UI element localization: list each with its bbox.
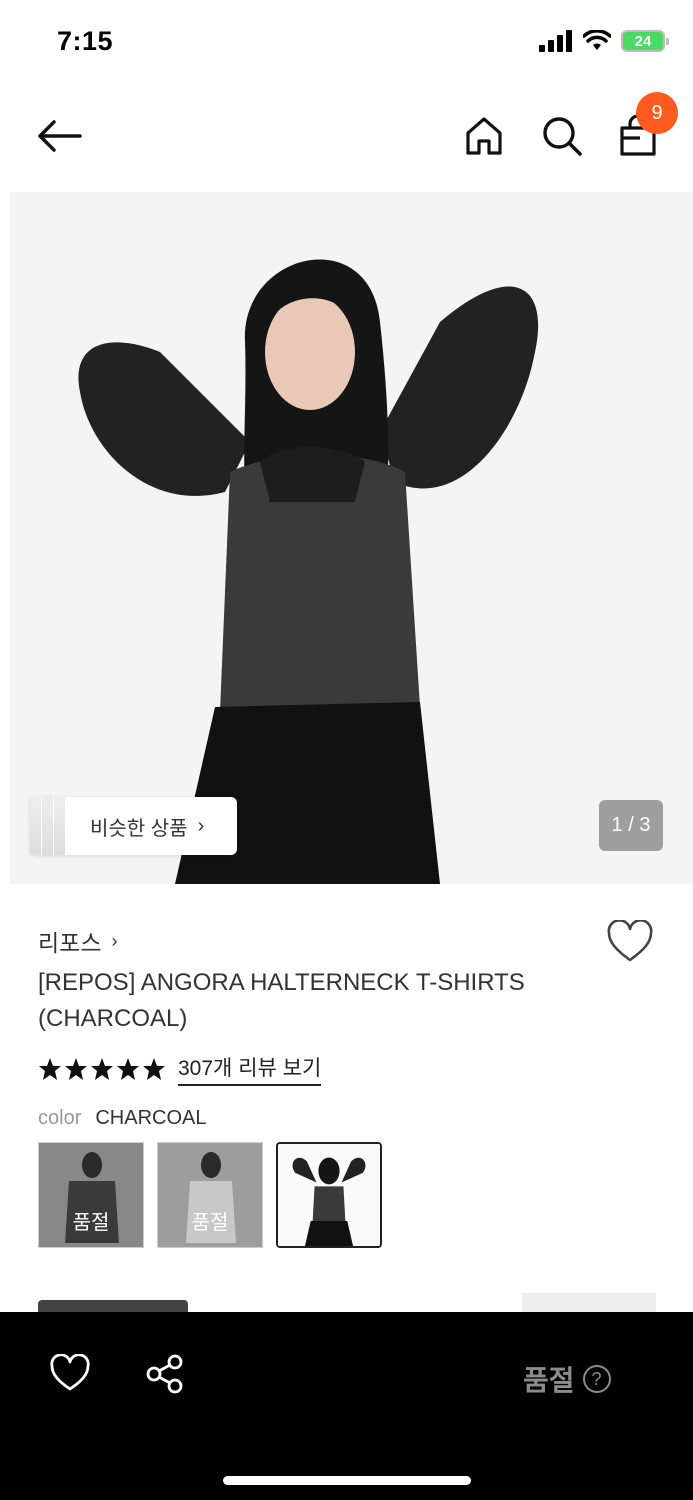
soldout-label: 품절 <box>523 1365 575 1396</box>
status-time: 7:15 <box>57 26 114 56</box>
chevron-right-icon: › <box>111 930 118 951</box>
rating-stars <box>38 1057 166 1081</box>
button-peek <box>522 1293 656 1313</box>
similar-products-button[interactable]: 비슷한 상품 › <box>30 797 237 855</box>
color-key: color <box>38 1107 82 1129</box>
heart-icon[interactable] <box>606 920 654 964</box>
similar-products-label: 비슷한 상품 <box>90 817 188 840</box>
star-icon <box>39 1058 61 1080</box>
home-icon[interactable] <box>462 114 506 158</box>
color-swatch-selected[interactable] <box>276 1142 382 1248</box>
product-title: [REPOS] ANGORA HALTERNECK T-SHIRTS (CHAR… <box>38 969 525 1032</box>
color-swatch[interactable]: 품절 <box>38 1142 144 1248</box>
home-indicator[interactable] <box>223 1476 471 1485</box>
battery-level: 24 <box>634 32 652 50</box>
soldout-label: 품절 <box>191 1212 229 1234</box>
help-icon[interactable]: ? <box>582 1365 611 1393</box>
color-swatches: 품절 품절 <box>38 1142 382 1248</box>
back-arrow-icon[interactable] <box>34 114 84 158</box>
color-value: CHARCOAL <box>95 1107 207 1129</box>
product-image[interactable] <box>10 192 693 884</box>
similar-thumbnails <box>30 797 66 855</box>
search-icon[interactable] <box>540 114 584 158</box>
brand-name: 리포스 <box>38 930 102 956</box>
swatch-photo <box>278 1144 380 1246</box>
star-icon <box>117 1058 139 1080</box>
cart-count-badge: 9 <box>636 92 678 134</box>
soldout-label: 품절 <box>72 1212 110 1234</box>
nav-bar <box>0 96 693 178</box>
rating-row: 307개 리뷰 보기 <box>38 1052 322 1086</box>
status-bar: 7:15 24 <box>0 0 693 84</box>
chevron-right-icon: › <box>197 814 205 837</box>
star-icon <box>91 1058 113 1080</box>
color-row: color CHARCOAL <box>38 1107 207 1130</box>
brand-link[interactable]: 리포스 › <box>38 924 117 958</box>
status-icons: 24 <box>539 30 669 52</box>
star-icon <box>143 1058 165 1080</box>
signal-icon <box>539 30 572 52</box>
image-page-counter: 1 / 3 <box>599 800 663 851</box>
bottom-action-bar: 품절 ? <box>0 1312 693 1500</box>
soldout-status: 품절 ? <box>523 1359 611 1399</box>
wifi-icon <box>583 30 611 50</box>
reviews-link[interactable]: 307개 리뷰 보기 <box>178 1052 322 1086</box>
star-icon <box>65 1058 87 1080</box>
battery-icon: 24 <box>621 30 669 52</box>
price-peek <box>38 1300 188 1312</box>
share-icon[interactable] <box>145 1354 185 1394</box>
heart-icon[interactable] <box>50 1354 90 1394</box>
color-swatch[interactable]: 품절 <box>157 1142 263 1248</box>
model-photo <box>10 192 693 884</box>
